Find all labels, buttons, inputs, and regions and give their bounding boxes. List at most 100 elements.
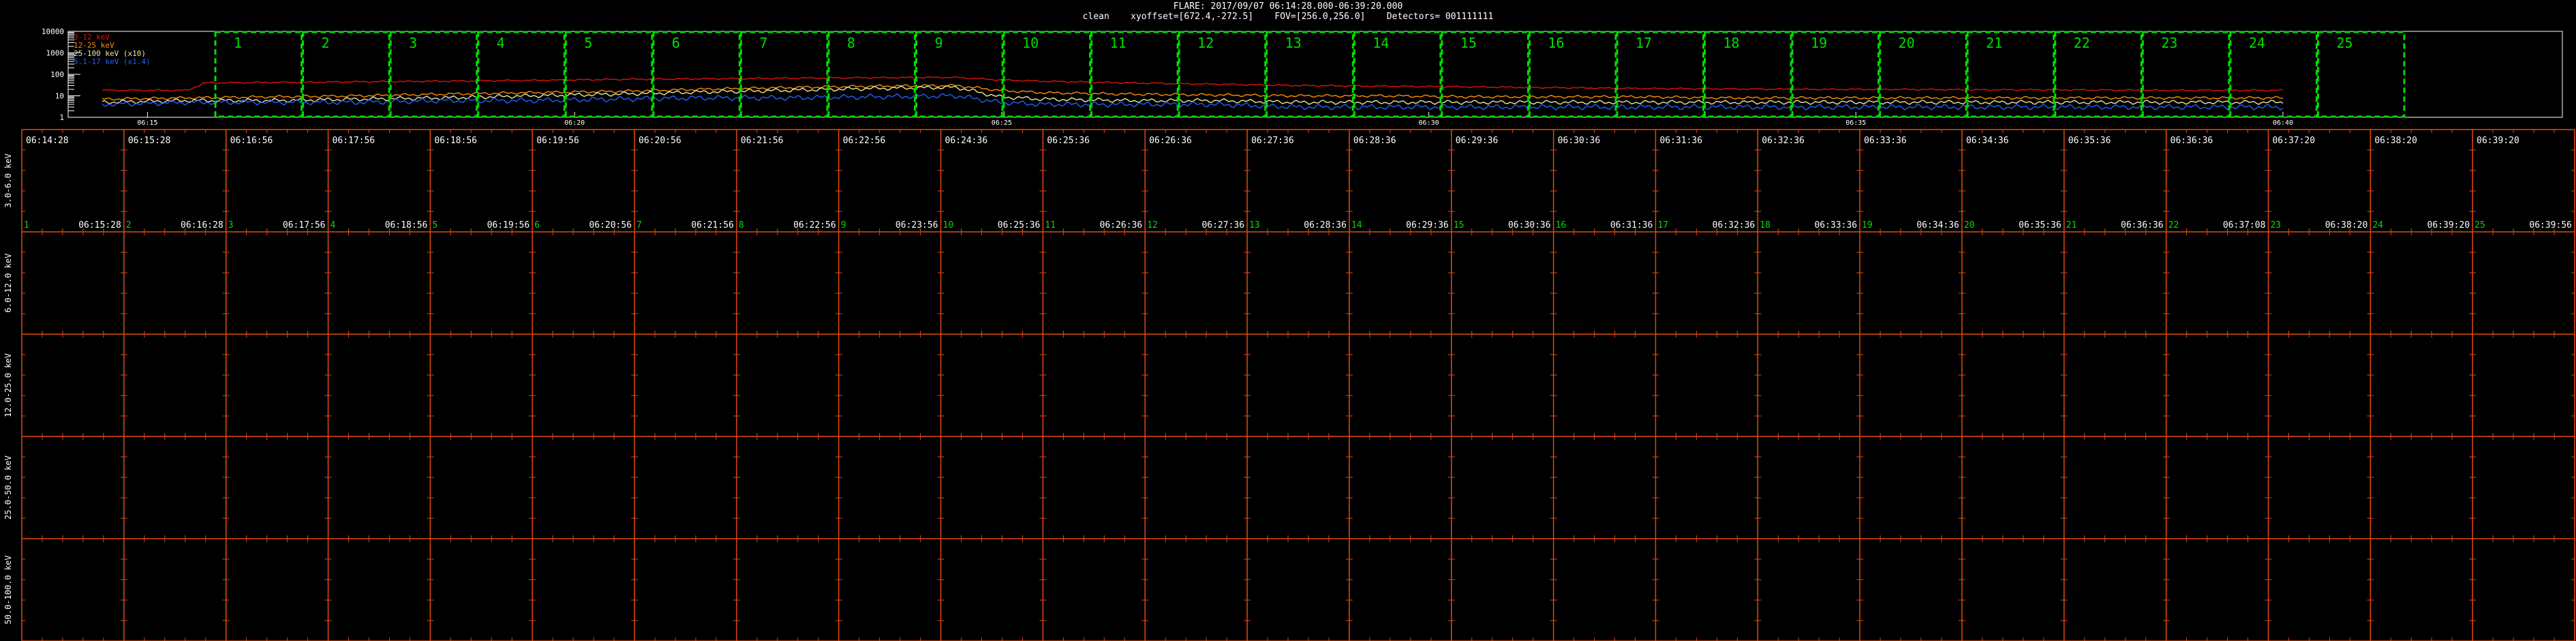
cell-start-time: 06:38:20 [2374,136,2417,146]
interval-box [1704,31,1792,118]
interval-box [2316,31,2406,118]
cell-interval-number: 21 [2066,220,2077,230]
interval-box [2054,31,2143,118]
x-tick-label: 06:35 [1845,119,1866,127]
cell-start-time: 06:20:56 [639,136,681,146]
cell-start-time: 06:16:56 [230,136,273,146]
cell-end-time: 06:16:28 [181,220,224,230]
interval-box [739,31,829,118]
interval-box [564,31,654,118]
cell-end-time: 06:15:28 [78,220,121,230]
series-line-4 [102,93,2284,110]
lightcurve-plot: 10000 1000 100 10 1 06:15 06:20 06:25 06:30 06:35… [3,27,2575,641]
interval-box-label: 6 [672,35,680,51]
interval-box-label: 17 [1636,35,1652,51]
cell-start-time: 06:19:56 [536,136,579,146]
cell-start-time: 06:28:36 [1353,136,1396,146]
cell-start-time: 06:26:36 [1149,136,1192,146]
energy-row-label: 6.0-12.0 keV [3,254,13,313]
cell-start-time: 06:30:36 [1558,136,1601,146]
cell-interval-number: 2 [126,220,132,230]
energy-row-label: 3.0-6.0 keV [3,153,13,207]
cell-start-time: 06:18:56 [434,136,477,146]
cell-interval-number: 8 [739,220,744,230]
cell-interval-number: 24 [2372,220,2383,230]
interval-box-label: 11 [1110,35,1126,51]
cell-interval-number: 19 [1862,220,1873,230]
cell-start-time: 06:21:56 [741,136,784,146]
interval-box [1090,31,1179,118]
cell-start-time: 06:31:36 [1659,136,1702,146]
energy-row-label: 50.0-100.0 keV [3,555,13,624]
cell-end-time: 06:22:56 [793,220,836,230]
cell-start-time: 06:35:36 [2068,136,2111,146]
interval-box-label: 12 [1197,35,1214,51]
interval-box [302,31,390,118]
energy-row-label: 25.0-50.0 keV [3,456,13,520]
cell-interval-number: 12 [1147,220,1158,230]
interval-box [1353,31,1442,118]
y-tick-label: 1000 [46,49,65,58]
interval-box-label: 15 [1460,35,1477,51]
interval-box-label: 9 [934,35,942,51]
y-tick-label: 10 [55,92,64,101]
cell-start-time: 06:25:36 [1047,136,1090,146]
cell-start-time: 06:27:36 [1251,136,1294,146]
interval-box-label: 19 [1811,35,1827,51]
cell-start-time: 06:34:36 [1966,136,2009,146]
cell-end-time: 06:26:36 [1100,220,1143,230]
cell-end-time: 06:34:36 [1916,220,1959,230]
cell-start-time: 06:29:36 [1456,136,1499,146]
cell-end-time: 06:37:08 [2223,220,2266,230]
interval-box-label: 14 [1373,35,1389,51]
cell-end-time: 06:18:56 [385,220,428,230]
cell-end-time: 06:27:36 [1201,220,1244,230]
cell-interval-number: 20 [1964,220,1975,230]
cell-start-time: 06:17:56 [333,136,375,146]
cell-end-time: 06:35:36 [2019,220,2061,230]
x-tick-label: 06:15 [137,119,157,127]
series-line-1 [102,76,2284,92]
cell-end-time: 06:38:20 [2325,220,2368,230]
interval-box-label: 1 [234,35,242,51]
x-tick-label: 06:25 [992,119,1012,127]
lightcurve-frame [67,31,2563,118]
cell-end-time: 06:30:36 [1508,220,1551,230]
cell-interval-number: 10 [943,220,954,230]
interval-box-label: 21 [1986,35,2002,51]
cell-start-time: 06:37:20 [2272,136,2315,146]
interval-box-label: 5 [584,35,592,51]
x-tick-label: 06:20 [564,119,585,127]
interval-box [2229,31,2318,118]
cell-end-time: 06:28:36 [1304,220,1347,230]
cell-end-time: 06:20:56 [589,220,632,230]
cell-start-time: 06:14:28 [26,136,69,146]
cell-interval-number: 23 [2270,220,2281,230]
cell-interval-number: 15 [1454,220,1465,230]
cell-interval-number: 7 [637,220,642,230]
interval-box [477,31,566,118]
interval-box-label: 13 [1285,35,1302,51]
cell-interval-number: 18 [1760,220,1770,230]
cell-end-time: 06:25:36 [998,220,1041,230]
interval-box-label: 3 [409,35,417,51]
cell-end-time: 06:39:56 [2529,220,2572,230]
y-tick-label: 100 [50,70,64,79]
interval-box-label: 23 [2161,35,2177,51]
x-tick-label: 06:40 [2273,119,2293,127]
energy-row-label: 12.0-25.0 keV [3,353,13,417]
interval-box [915,31,1004,118]
interval-box-label: 7 [759,35,767,51]
cell-interval-number: 13 [1249,220,1260,230]
interval-box-label: 8 [847,35,855,51]
y-tick-label: 10000 [42,27,64,36]
interval-box-label: 10 [1022,35,1039,51]
cell-start-time: 06:32:36 [1762,136,1805,146]
cell-interval-number: 14 [1351,220,1362,230]
x-tick-label: 06:30 [1419,119,1439,127]
cell-end-time: 06:17:56 [283,220,326,230]
cell-end-time: 06:19:56 [487,220,530,230]
interval-box-label: 22 [2074,35,2090,51]
interval-box-label: 18 [1723,35,1740,51]
cell-start-time: 06:36:36 [2171,136,2213,146]
